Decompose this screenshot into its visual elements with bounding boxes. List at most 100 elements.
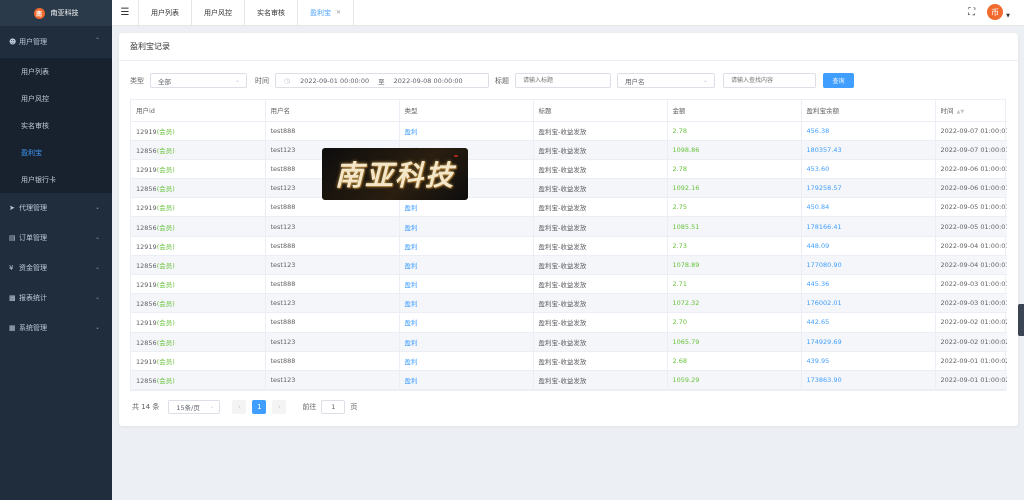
menu-group-user[interactable]: ☻ 用户管理 ⌃: [0, 26, 112, 58]
cell-amount: 2.70: [667, 312, 802, 333]
cell-type: 盈利: [399, 293, 534, 314]
watermark-text: 南亚科技: [334, 159, 455, 192]
member-tag: (会员): [156, 165, 175, 174]
query-button[interactable]: 查询: [823, 73, 854, 88]
brand-logo-icon: 南: [33, 7, 45, 19]
cell-time: 2022-09-05 01:00:01: [935, 216, 1007, 237]
clock-icon: ◷: [284, 76, 291, 85]
cell-balance: 174929.69: [801, 332, 936, 352]
type-select[interactable]: 全部 ⌄: [150, 73, 247, 88]
table-body: 12919(会员) test888 盈利 盈利宝-收益发放 2.78 456.38 2022…: [131, 121, 1007, 391]
chevron-down-icon: ⌄: [210, 404, 215, 410]
cell-time: 2022-09-06 01:00:01: [935, 159, 1007, 180]
date-range-picker[interactable]: ◷ 2022-09-01 00:00:00 至 2022-09-08 00:00…: [275, 73, 489, 88]
user-id: 12919: [136, 204, 157, 213]
cell-username: test123: [265, 370, 400, 391]
cell-title: 盈利宝-收益发放: [533, 293, 668, 314]
user-id: 12856: [136, 223, 157, 232]
sidebar-item-kyc[interactable]: 实名审核: [0, 112, 112, 139]
cell-user-id: 12919(会员): [131, 121, 266, 141]
table-row: 12919(会员) test888 盈利 盈利宝-收益发放 2.75 450.84 2022…: [131, 197, 1007, 218]
cell-amount: 2.78: [667, 159, 802, 180]
user-id: 12856: [136, 300, 157, 309]
cell-balance: 177080.90: [801, 255, 936, 276]
date-separator: 至: [378, 77, 385, 86]
close-icon[interactable]: ✕: [336, 9, 341, 16]
cell-balance: 445.36: [801, 274, 936, 295]
cell-balance: 180357.43: [801, 140, 936, 160]
menu-toggle-icon[interactable]: ☰: [112, 0, 138, 25]
chevron-down-icon: ⌄: [94, 264, 100, 271]
member-tag: (会员): [156, 281, 175, 290]
side-drawer-handle[interactable]: [1018, 304, 1024, 336]
page-size-select[interactable]: 15条/页 ⌄: [168, 400, 221, 414]
col-amount: 金额: [667, 100, 802, 122]
user-id: 12919: [136, 357, 157, 366]
cell-title: 盈利宝-收益发放: [533, 370, 668, 391]
menu-group-agent[interactable]: ➤ 代理管理 ⌄: [0, 193, 112, 223]
caret-down-icon[interactable]: ▼: [1006, 13, 1010, 19]
sidebar-item-user-list[interactable]: 用户列表: [0, 58, 112, 85]
brand-bar[interactable]: 南 南亚科技: [0, 0, 112, 26]
avatar[interactable]: 币: [987, 4, 1004, 20]
table-row: 12856(会员) test123 盈利 盈利宝-收益发放 1072.32 176002.…: [131, 293, 1007, 314]
cell-type: 盈利: [399, 236, 534, 256]
tab-kyc[interactable]: 实名审核: [245, 0, 298, 25]
user-id: 12919: [136, 165, 157, 174]
cell-username: test888: [265, 351, 400, 371]
cell-username: test123: [265, 216, 400, 237]
search-input[interactable]: [723, 73, 816, 88]
table-row: 12919(会员) test888 盈利 盈利宝-收益发放 2.70 442.65 2022…: [131, 312, 1007, 333]
sort-icon[interactable]: ▲▼: [957, 109, 965, 115]
member-tag: (会员): [156, 357, 175, 366]
page-number-current[interactable]: 1: [252, 400, 267, 414]
cell-title: 盈利宝-收益发放: [533, 121, 668, 141]
cell-type: 盈利: [399, 370, 534, 391]
cell-type: 盈利: [399, 274, 534, 295]
tab-user-list[interactable]: 用户列表: [138, 0, 192, 25]
menu-group-system[interactable]: ▦ 系统管理 ⌄: [0, 313, 112, 343]
member-tag: (会员): [156, 319, 175, 328]
table-row: 12856(会员) test123 盈利 盈利宝-收益发放 1059.29 173863.…: [131, 370, 1007, 391]
goto-label: 前往: [302, 403, 317, 411]
menu-group-funds[interactable]: ¥ 资金管理 ⌄: [0, 253, 112, 283]
cell-balance: 450.84: [801, 197, 936, 218]
cell-balance: 178166.41: [801, 216, 936, 237]
table-row: 12919(会员) test888 盈利 盈利宝-收益发放 2.78 456.38 2022…: [131, 121, 1007, 141]
table-header-row: 用户id 用户名 类型 标题 金额 盈利宝余额 时间 ▲▼: [131, 100, 1007, 122]
col-time[interactable]: 时间 ▲▼: [935, 100, 1007, 122]
tab-label: 用户风控: [204, 8, 232, 17]
time-label: 时间: [255, 76, 269, 85]
cell-username: test123: [265, 255, 400, 276]
field-select[interactable]: 用户名 ⌄: [617, 73, 715, 88]
cell-type: 盈利: [399, 312, 534, 333]
cell-username: test888: [265, 274, 400, 295]
user-id: 12856: [136, 146, 157, 155]
cell-user-id: 12919(会员): [131, 274, 266, 295]
pagination-total: 共 14 条: [132, 403, 160, 411]
fullscreen-icon[interactable]: ⛶: [968, 7, 975, 18]
tab-profit[interactable]: 盈利宝 ✕: [298, 0, 355, 25]
sidebar-item-user-risk[interactable]: 用户风控: [0, 85, 112, 112]
sidebar-item-profit[interactable]: 盈利宝: [0, 139, 112, 166]
chevron-down-icon: ⌄: [234, 77, 240, 84]
cell-time: 2022-09-01 01:00:02: [935, 351, 1007, 371]
cell-user-id: 12856(会员): [131, 178, 266, 199]
card-title: 盈利宝记录: [119, 33, 1018, 61]
table-row: 12919(会员)test888盈利盈利宝-收益发放2.78453.602022…: [131, 159, 1007, 180]
cell-time: 2022-09-06 01:00:01: [935, 178, 1007, 199]
member-tag: (会员): [156, 127, 175, 136]
menu-group-report[interactable]: ▩ 报表统计 ⌄: [0, 283, 112, 313]
next-page-button[interactable]: ›: [272, 400, 287, 414]
prev-page-button[interactable]: ‹: [232, 400, 247, 414]
cell-user-id: 12919(会员): [131, 236, 266, 256]
menu-group-order[interactable]: ▤ 订单管理 ⌄: [0, 223, 112, 253]
sidebar-item-bank-card[interactable]: 用户银行卡: [0, 166, 112, 193]
tab-user-risk[interactable]: 用户风控: [192, 0, 245, 25]
cell-balance: 439.95: [801, 351, 936, 371]
title-input[interactable]: [515, 73, 611, 88]
goto-page-input[interactable]: [321, 400, 346, 414]
records-card: 盈利宝记录 类型 全部 ⌄ 时间 ◷ 2022-09-01 00:00:00 至…: [119, 33, 1018, 426]
chevron-down-icon: ⌄: [94, 204, 100, 211]
table-row: 12856(会员) test123 盈利 盈利宝-收益发放 1065.79 174929.…: [131, 332, 1007, 352]
